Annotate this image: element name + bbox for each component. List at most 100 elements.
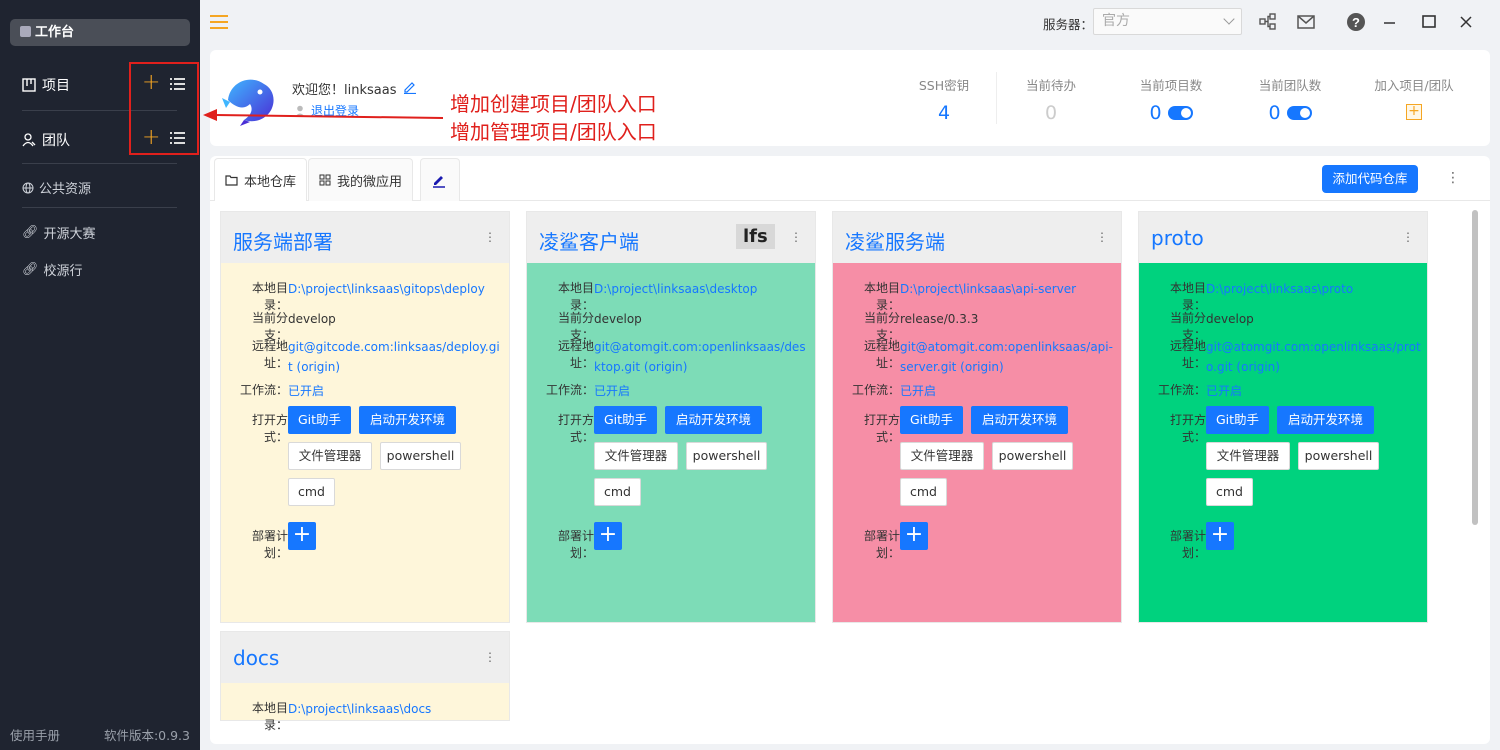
- remote-value[interactable]: git@atomgit.com:openlinksaas/proto.git (…: [1206, 337, 1421, 377]
- server-value: 官方: [1102, 13, 1130, 29]
- add-deploy-plan-button[interactable]: +: [594, 522, 622, 550]
- field-label: 部署计划：: [251, 529, 288, 560]
- git-helper-button[interactable]: Git助手: [900, 406, 963, 434]
- more-icon[interactable]: ⋮: [1446, 170, 1460, 186]
- start-dev-env-button[interactable]: 启动开发环境: [359, 406, 456, 434]
- close-icon[interactable]: [1456, 12, 1476, 32]
- cmd-button[interactable]: cmd: [1206, 478, 1253, 506]
- project-toggle[interactable]: [1167, 106, 1193, 120]
- add-deploy-plan-button[interactable]: +: [1206, 522, 1234, 550]
- workflow-value[interactable]: 已开启: [1206, 381, 1421, 401]
- remote-value[interactable]: git@atomgit.com:openlinksaas/desktop.git…: [594, 337, 809, 377]
- start-dev-env-button[interactable]: 启动开发环境: [1277, 406, 1374, 434]
- field-label: 工作流：: [1157, 383, 1206, 397]
- add-repo-button[interactable]: 添加代码仓库: [1322, 165, 1418, 193]
- field-label: 远程地址：: [863, 339, 900, 370]
- help-icon[interactable]: ?: [1346, 12, 1366, 32]
- cmd-button[interactable]: cmd: [288, 478, 335, 506]
- menu-icon[interactable]: [210, 15, 228, 29]
- scrollbar[interactable]: [1472, 210, 1478, 525]
- sidebar-item-project[interactable]: 项目: [22, 75, 70, 95]
- sidebar-item-contest[interactable]: 🔗︎ 开源大赛: [22, 223, 96, 242]
- workflow-value[interactable]: 已开启: [288, 381, 503, 401]
- add-deploy-plan-button[interactable]: +: [288, 522, 316, 550]
- more-icon[interactable]: ⋮: [790, 230, 802, 244]
- maximize-icon[interactable]: [1419, 12, 1439, 32]
- remote-value[interactable]: git@gitcode.com:linksaas/deploy.git (ori…: [288, 337, 503, 377]
- minimize-icon[interactable]: [1380, 12, 1400, 32]
- more-icon[interactable]: ⋮: [484, 230, 496, 244]
- stat-teams[interactable]: 当前团队数 0: [1250, 75, 1330, 124]
- git-helper-button[interactable]: Git助手: [1206, 406, 1269, 434]
- powershell-button[interactable]: powershell: [380, 442, 461, 470]
- local-dir-value[interactable]: D:\project\linksaas\api-server: [900, 279, 1115, 313]
- tab-micro-app[interactable]: 我的微应用: [308, 158, 414, 201]
- stat-label: SSH密钥: [918, 78, 970, 93]
- stat-label: 加入项目/团队: [1374, 78, 1454, 93]
- local-dir-value[interactable]: D:\project\linksaas\docs: [288, 699, 503, 719]
- file-manager-button[interactable]: 文件管理器: [900, 442, 984, 470]
- stat-label: 当前项目数: [1139, 78, 1203, 93]
- more-icon[interactable]: ⋮: [484, 650, 496, 664]
- repo-title[interactable]: 服务端部署: [233, 226, 333, 255]
- mail-icon[interactable]: [1296, 12, 1316, 32]
- lfs-badge: lfs: [736, 224, 775, 249]
- git-helper-button[interactable]: Git助手: [288, 406, 351, 434]
- field-label: 工作流：: [851, 383, 900, 397]
- start-dev-env-button[interactable]: 启动开发环境: [665, 406, 762, 434]
- annotation-arrow: [203, 109, 443, 121]
- team-toggle[interactable]: [1286, 106, 1312, 120]
- add-deploy-plan-button[interactable]: +: [900, 522, 928, 550]
- start-dev-env-button[interactable]: 启动开发环境: [971, 406, 1068, 434]
- stat-join[interactable]: 加入项目/团队 +: [1370, 75, 1458, 120]
- stat-ssh-keys[interactable]: SSH密钥 4: [910, 75, 978, 124]
- tab-edit[interactable]: [420, 158, 460, 201]
- workflow-value[interactable]: 已开启: [900, 381, 1115, 401]
- sidebar-item-workspace[interactable]: 工作台: [10, 19, 190, 46]
- repo-title[interactable]: 凌鲨客户端: [539, 226, 639, 255]
- sidebar-item-campus[interactable]: 🔗︎ 校源行: [22, 260, 83, 279]
- stat-todo[interactable]: 当前待办 0: [1020, 75, 1082, 124]
- repo-title[interactable]: docs: [233, 646, 279, 670]
- file-manager-button[interactable]: 文件管理器: [594, 442, 678, 470]
- local-dir-value[interactable]: D:\project\linksaas\desktop: [594, 279, 809, 313]
- repo-card: 凌鲨服务端 ⋮ 本地目录： D:\project\linksaas\api-serve…: [832, 211, 1122, 623]
- join-plus-button[interactable]: +: [1406, 104, 1422, 120]
- field-label: 远程地址：: [557, 339, 594, 370]
- remote-row: 远程地址： git@atomgit.com:openlinksaas/proto.…: [1151, 337, 1421, 377]
- cmd-button[interactable]: cmd: [594, 478, 641, 506]
- sidebar-item-public[interactable]: 公共资源: [22, 178, 91, 197]
- powershell-button[interactable]: powershell: [1298, 442, 1379, 470]
- git-helper-button[interactable]: Git助手: [594, 406, 657, 434]
- file-manager-button[interactable]: 文件管理器: [288, 442, 372, 470]
- field-label: 打开方式：: [557, 413, 594, 444]
- file-manager-button[interactable]: 文件管理器: [1206, 442, 1290, 470]
- tab-local-repo[interactable]: 本地仓库: [214, 158, 308, 201]
- remote-value[interactable]: git@atomgit.com:openlinksaas/api-server.…: [900, 337, 1115, 377]
- annotation-highlight-box: [129, 62, 199, 155]
- local-dir-value[interactable]: D:\project\linksaas\gitops\deploy: [288, 279, 503, 313]
- repo-title[interactable]: proto: [1151, 226, 1204, 250]
- repo-card-header: proto ⋮: [1139, 212, 1427, 263]
- cube-icon: [20, 26, 31, 37]
- stat-projects[interactable]: 当前项目数 0: [1131, 75, 1211, 124]
- network-icon[interactable]: [1258, 12, 1278, 32]
- local-dir-value[interactable]: D:\project\linksaas\proto: [1206, 279, 1421, 313]
- version-text: 软件版本:0.9.3: [103, 728, 190, 743]
- manual-link[interactable]: 使用手册: [10, 725, 60, 744]
- svg-text:?: ?: [1352, 15, 1360, 30]
- repo-card-header: docs ⋮: [221, 632, 509, 683]
- more-icon[interactable]: ⋮: [1402, 230, 1414, 244]
- repo-card: 服务端部署 ⋮ 本地目录： D:\project\linksaas\gitops\de…: [220, 211, 510, 623]
- repo-title[interactable]: 凌鲨服务端: [845, 226, 945, 255]
- server-select[interactable]: 官方: [1093, 8, 1242, 35]
- powershell-button[interactable]: powershell: [686, 442, 767, 470]
- sidebar-item-team[interactable]: 团队: [22, 130, 70, 150]
- powershell-button[interactable]: powershell: [992, 442, 1073, 470]
- user-info-panel: 欢迎您！linksaas 退出登录 SSH密钥 4 当前待办 0 当前项目数 0…: [210, 50, 1490, 146]
- edit-icon[interactable]: [403, 80, 417, 94]
- repo-card: proto ⋮ 本地目录： D:\project\linksaas\proto 当前分支…: [1138, 211, 1428, 623]
- cmd-button[interactable]: cmd: [900, 478, 947, 506]
- more-icon[interactable]: ⋮: [1096, 230, 1108, 244]
- workflow-value[interactable]: 已开启: [594, 381, 809, 401]
